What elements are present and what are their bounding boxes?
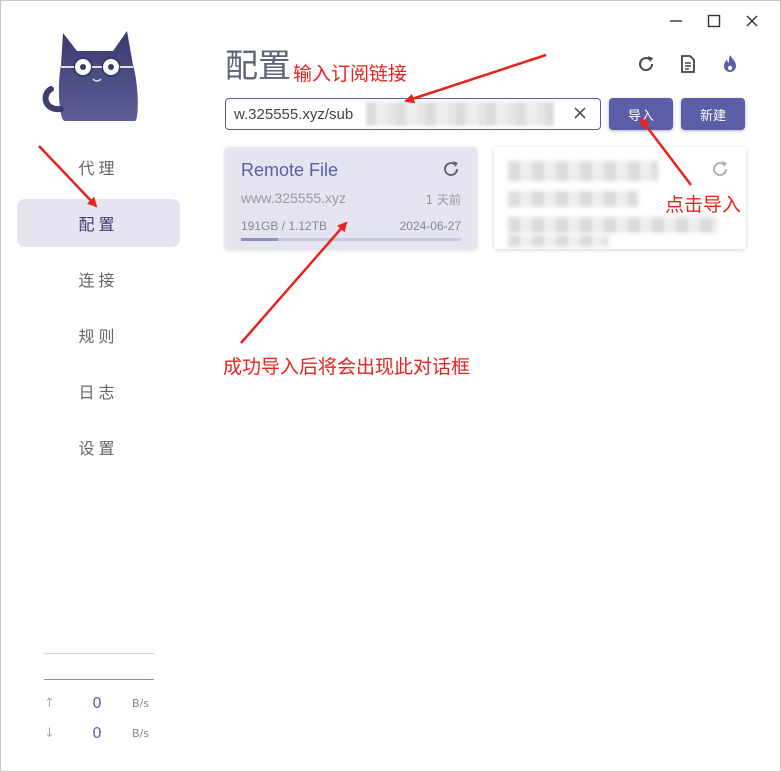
window-controls <box>664 9 764 33</box>
arrow-up-icon: ↑ <box>44 695 55 711</box>
refresh-icon[interactable] <box>635 53 657 75</box>
file-text-icon[interactable] <box>677 53 699 75</box>
maximize-icon[interactable] <box>702 9 726 33</box>
sidebar: 代理 配置 连接 规则 日志 设置 ↑ 0 B/s ↓ 0 B/s <box>1 1 197 772</box>
download-unit: B/s <box>132 726 149 740</box>
sidebar-nav: 代理 配置 连接 规则 日志 设置 <box>17 143 180 479</box>
subscription-url-value: w.325555.xyz/sub <box>234 105 354 123</box>
usage-progress-fill <box>241 238 279 241</box>
arrow-down-icon: ↓ <box>44 725 55 741</box>
import-button[interactable]: 导入 <box>609 98 673 130</box>
profile-expire-date: 2024-06-27 <box>399 219 461 233</box>
arrow-to-url-input <box>404 53 547 104</box>
clear-input-icon[interactable] <box>572 105 588 121</box>
redacted-usage-blur <box>508 217 718 233</box>
upload-speed: ↑ 0 B/s <box>44 688 154 718</box>
sidebar-item-proxies[interactable]: 代理 <box>17 143 180 191</box>
usage-progress-bar <box>241 238 461 241</box>
sidebar-item-rules[interactable]: 规则 <box>17 311 180 359</box>
profile-url: www.325555.xyz <box>241 190 347 206</box>
close-icon[interactable] <box>740 9 764 33</box>
redacted-url-blur <box>366 102 554 126</box>
traffic-divider <box>44 653 154 654</box>
annotation-result-hint: 成功导入后将会出现此对话框 <box>223 356 471 378</box>
app-window: 代理 配置 连接 规则 日志 设置 ↑ 0 B/s ↓ 0 B/s 配置 w.3… <box>0 0 781 772</box>
page-title: 配置 <box>225 46 291 85</box>
sidebar-item-connections[interactable]: 连接 <box>17 255 180 303</box>
annotation-import-hint: 点击导入 <box>665 194 742 216</box>
new-profile-button[interactable]: 新建 <box>681 98 745 130</box>
profile-card[interactable]: Remote File www.325555.xyz 1 天前 191GB / … <box>225 147 477 249</box>
cat-logo-icon <box>42 31 138 121</box>
redacted-bar-blur <box>508 235 608 247</box>
profile-updated: 1 天前 <box>425 193 461 207</box>
toolbar-icons <box>635 53 741 75</box>
upload-value: 0 <box>92 694 102 712</box>
download-value: 0 <box>92 724 102 742</box>
sidebar-item-settings[interactable]: 设置 <box>17 423 180 471</box>
traffic-panel: ↑ 0 B/s ↓ 0 B/s <box>44 653 154 748</box>
refresh-icon[interactable] <box>441 159 461 179</box>
profile-name: Remote File <box>241 160 339 180</box>
download-speed: ↓ 0 B/s <box>44 718 154 748</box>
refresh-icon[interactable] <box>710 159 730 179</box>
sidebar-item-logs[interactable]: 日志 <box>17 367 180 415</box>
annotation-input-hint: 输入订阅链接 <box>293 63 408 85</box>
redacted-url-blur <box>508 191 638 207</box>
fire-icon[interactable] <box>719 53 741 75</box>
redacted-name-blur <box>508 161 658 181</box>
minimize-icon[interactable] <box>664 9 688 33</box>
subscription-url-input[interactable]: w.325555.xyz/sub <box>225 98 601 130</box>
sidebar-item-profiles[interactable]: 配置 <box>17 199 180 247</box>
profile-usage: 191GB / 1.12TB <box>241 219 328 233</box>
upload-unit: B/s <box>132 696 149 710</box>
